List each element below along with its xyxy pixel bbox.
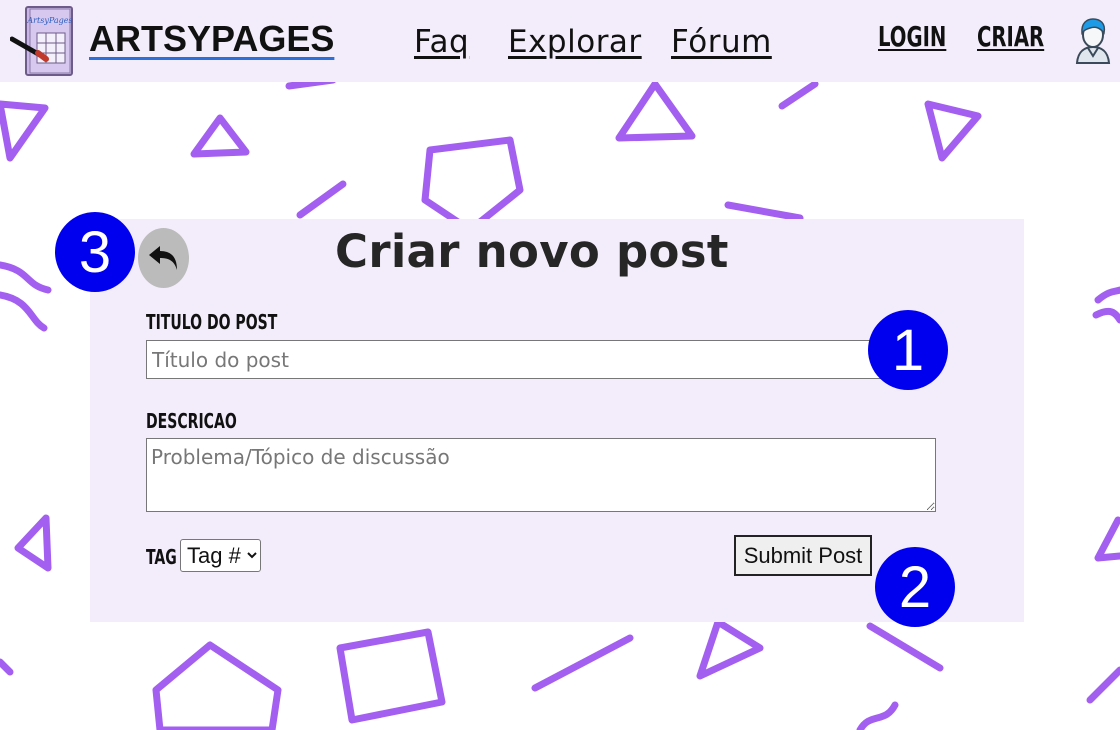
nav-link-explorar[interactable]: Explorar bbox=[508, 24, 642, 60]
marker-1: 1 bbox=[868, 310, 948, 390]
marker-3: 3 bbox=[55, 212, 135, 292]
undo-arrow-icon bbox=[148, 246, 177, 270]
nav-link-faq[interactable]: Faq bbox=[414, 24, 469, 60]
tag-select[interactable]: Tag # bbox=[180, 539, 261, 572]
post-title-label: TITULO DO POST bbox=[146, 310, 278, 334]
nav-link-forum[interactable]: Fórum bbox=[671, 24, 772, 60]
brand-name[interactable]: ARTSYPAGES bbox=[89, 18, 334, 60]
login-link[interactable]: LOGIN bbox=[878, 20, 946, 53]
description-label: DESCRICAO bbox=[146, 409, 237, 433]
artsypages-logo-icon[interactable]: ArtsyPages bbox=[10, 3, 78, 79]
description-textarea[interactable] bbox=[146, 438, 936, 512]
svg-text:ArtsyPages: ArtsyPages bbox=[26, 16, 72, 25]
create-link[interactable]: CRIAR bbox=[977, 20, 1044, 53]
submit-post-button[interactable]: Submit Post bbox=[734, 535, 872, 576]
post-title-input[interactable] bbox=[146, 340, 886, 379]
back-button[interactable] bbox=[138, 228, 189, 288]
marker-2: 2 bbox=[875, 547, 955, 627]
top-navigation-bar: ArtsyPages ARTSYPAGES Faq Explorar Fórum… bbox=[0, 0, 1120, 82]
user-avatar-icon[interactable] bbox=[1072, 18, 1114, 64]
tag-label: TAG bbox=[146, 545, 177, 569]
page-title: Criar novo post bbox=[335, 225, 729, 278]
